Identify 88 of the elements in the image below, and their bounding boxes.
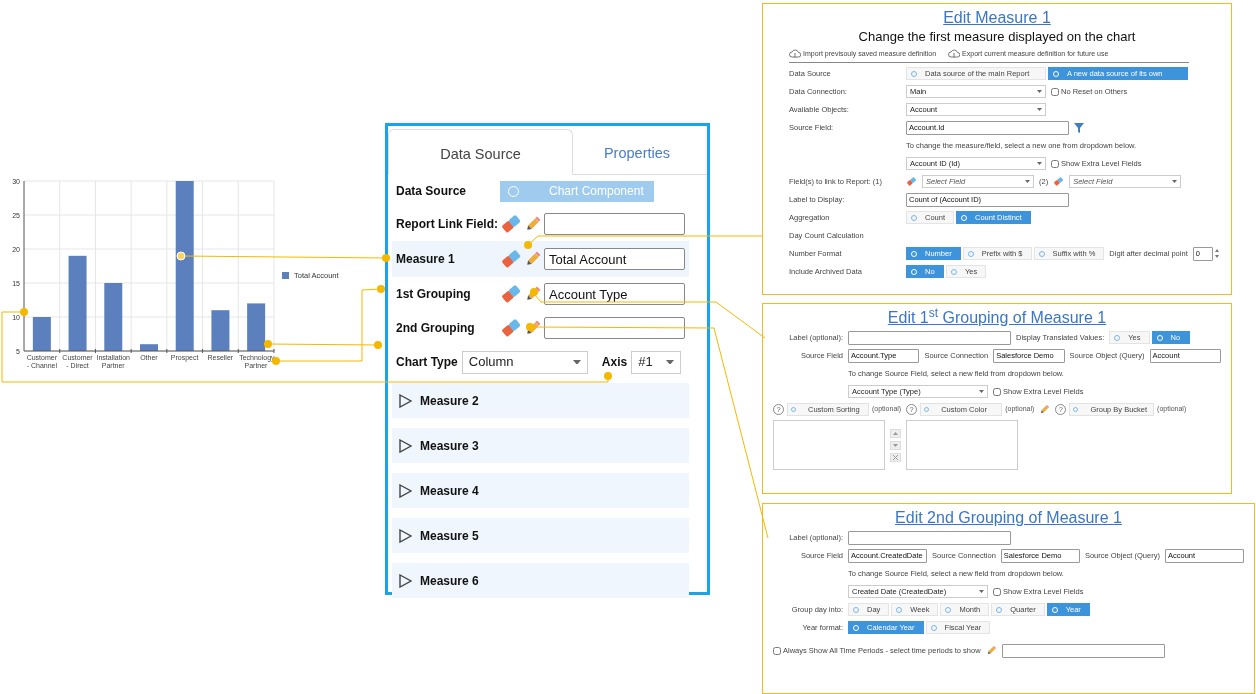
- expand-arrow-icon: [398, 573, 412, 588]
- text-field[interactable]: Account Type: [544, 283, 685, 305]
- legend-swatch: [282, 272, 289, 280]
- caret-icon: [666, 359, 675, 365]
- text-field[interactable]: [848, 530, 1011, 545]
- pencil-icon: [524, 250, 542, 268]
- text-field[interactable]: Total Account: [544, 248, 685, 270]
- caret-up-icon: [893, 431, 898, 435]
- caret-icon: [572, 359, 581, 365]
- field-label: Axis: [601, 356, 628, 368]
- eraser-button[interactable]: [500, 317, 522, 339]
- bar: [104, 283, 123, 351]
- expand-arrow-icon: [398, 483, 412, 498]
- connector-dot: [264, 340, 272, 348]
- eraser-icon: [500, 283, 522, 305]
- caret-icon: [1037, 90, 1042, 94]
- eraser-icon: [500, 248, 522, 270]
- cloud-icon: [789, 49, 801, 59]
- panel-title: Edit 2nd Grouping of Measure 1: [894, 508, 1123, 528]
- bar: [140, 344, 158, 351]
- eraser-icon: [500, 317, 522, 339]
- connector-dot: [382, 254, 390, 262]
- filter-icon: [1074, 122, 1084, 133]
- caret-icon: [979, 590, 984, 594]
- eraser-button[interactable]: [500, 283, 522, 305]
- checkbox[interactable]: [1051, 87, 1059, 96]
- caret-icon: [979, 390, 984, 394]
- edit-button[interactable]: [524, 250, 542, 268]
- spinner-arrows-icon: [1214, 249, 1219, 259]
- text-field[interactable]: [1001, 643, 1165, 658]
- measure-section-header[interactable]: Measure 5: [392, 518, 689, 553]
- edit-button[interactable]: [524, 215, 542, 233]
- pencil-icon: [524, 215, 542, 233]
- tab[interactable]: Data Source: [388, 129, 573, 175]
- move-down-button[interactable]: [890, 440, 901, 450]
- bar: [32, 317, 51, 351]
- expand-arrow-icon: [398, 393, 412, 408]
- connector-dot: [20, 308, 28, 316]
- measure-section-header[interactable]: Measure 2: [392, 383, 689, 418]
- remove-button[interactable]: [890, 452, 901, 462]
- connector-dot: [604, 372, 612, 380]
- field-label: Data Source: [396, 185, 468, 197]
- connector-dot: [377, 285, 385, 293]
- text-field[interactable]: [544, 213, 685, 235]
- connector-dot: [526, 323, 534, 331]
- caret-icon: [893, 443, 898, 447]
- text-field[interactable]: [848, 330, 1011, 345]
- pencil-icon[interactable]: [1039, 404, 1051, 416]
- eraser-icon[interactable]: [1053, 176, 1065, 188]
- close-icon: [893, 454, 898, 460]
- checkbox[interactable]: [773, 646, 781, 655]
- eraser-button[interactable]: [500, 213, 522, 235]
- expand-arrow-icon: [398, 438, 412, 453]
- field-label: Measure 1: [396, 253, 456, 265]
- connector-dot: [524, 241, 532, 249]
- pencil-icon[interactable]: [985, 645, 997, 657]
- expand-arrow-icon: [398, 528, 412, 543]
- checkbox[interactable]: [993, 587, 1001, 596]
- measure-section-header[interactable]: Measure 4: [392, 473, 689, 508]
- caret-icon: [1037, 162, 1042, 166]
- eraser-icon[interactable]: [906, 176, 917, 188]
- bar: [247, 303, 266, 351]
- panel-title: Edit Measure 1: [942, 8, 1052, 28]
- text-field[interactable]: [544, 317, 685, 339]
- eraser-button[interactable]: [500, 248, 522, 270]
- field-label: Report Link Field:: [396, 218, 499, 230]
- connector-dot: [374, 341, 382, 349]
- bar: [211, 310, 230, 351]
- checkbox[interactable]: [993, 387, 1001, 396]
- checkbox[interactable]: [1051, 159, 1059, 168]
- cloud-icon: [948, 49, 961, 59]
- tab[interactable]: Properties: [573, 129, 701, 174]
- panel-title: Edit 1$^{st}$ Grouping of Measure 1: [886, 308, 1108, 328]
- measure-section-header[interactable]: Measure 3: [392, 428, 689, 463]
- caret-icon: [1025, 180, 1030, 184]
- eraser-icon: [500, 213, 522, 235]
- measure-section-header[interactable]: Measure 6: [392, 563, 689, 598]
- chart-type-dropdown[interactable]: Column: [461, 350, 588, 374]
- field-label: Chart Type: [396, 356, 458, 368]
- connector-dot: [176, 251, 186, 261]
- panel-subtitle: Change the first measure displayed on the chart: [857, 28, 1137, 47]
- field-label: 1st Grouping: [396, 288, 472, 300]
- field-label: 2nd Grouping: [396, 322, 476, 334]
- caret-icon: [1172, 180, 1178, 184]
- move-up-button[interactable]: [890, 428, 901, 438]
- connector-dot: [530, 288, 538, 296]
- axis-dropdown[interactable]: #1: [631, 350, 682, 374]
- caret-icon: [1037, 108, 1042, 112]
